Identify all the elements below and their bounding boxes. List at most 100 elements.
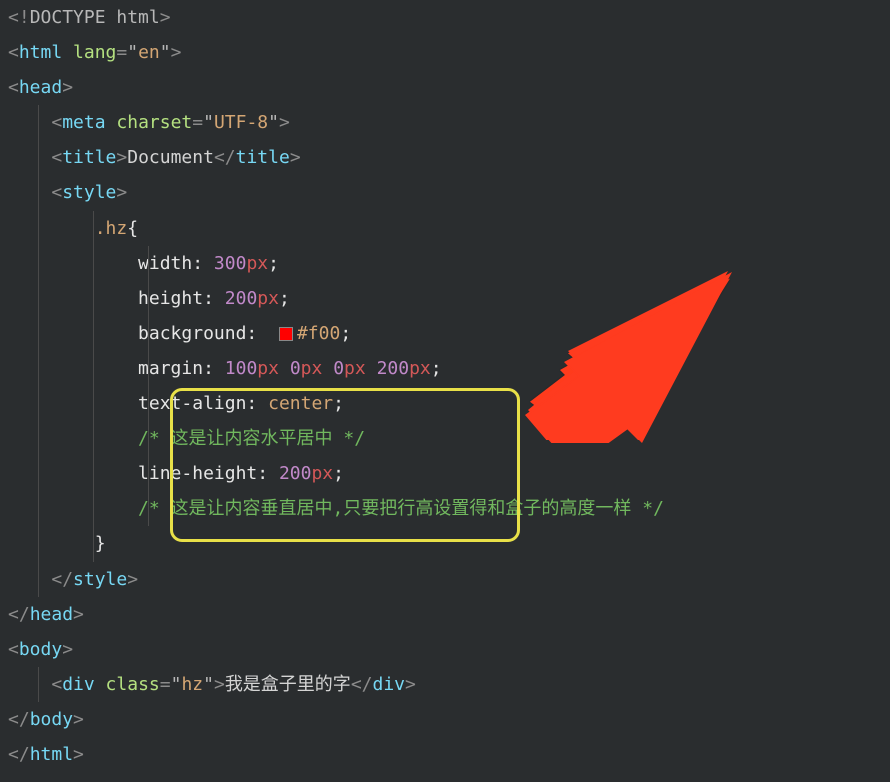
t: </	[351, 674, 373, 695]
t: </	[8, 744, 30, 765]
t: div	[62, 674, 95, 695]
t: >	[73, 604, 84, 625]
t: background	[138, 323, 246, 344]
t: :	[246, 393, 257, 414]
t: >	[73, 709, 84, 730]
code-line: text-align: center;	[8, 386, 882, 421]
t: Document	[127, 147, 214, 168]
t: body	[30, 709, 73, 730]
t: :	[192, 253, 203, 274]
t: <	[51, 147, 62, 168]
code-line: </body>	[8, 702, 882, 737]
t: 200	[225, 288, 258, 309]
t: ;	[279, 288, 290, 309]
t: >	[171, 42, 182, 63]
t: 200	[377, 358, 410, 379]
t: </	[8, 709, 30, 730]
t: <	[8, 42, 19, 63]
t: >	[62, 77, 73, 98]
t	[203, 253, 214, 274]
code-line: </html>	[8, 737, 882, 772]
t	[214, 358, 225, 379]
code-line: <head>	[8, 70, 882, 105]
t: div	[373, 674, 406, 695]
code-line: <div class="hz">我是盒子里的字</div>	[8, 667, 882, 702]
code-editor[interactable]: <!DOCTYPE html> <html lang="en"> <head> …	[0, 0, 890, 772]
t: <	[8, 77, 19, 98]
code-line: <title>Document</title>	[8, 140, 882, 175]
t: center	[268, 393, 333, 414]
t	[257, 393, 268, 414]
code-line: </style>	[8, 562, 882, 597]
t: ;	[340, 323, 351, 344]
t: 200	[279, 463, 312, 484]
code-line: }	[8, 526, 882, 561]
code-line: line-height: 200px;	[8, 456, 882, 491]
t: }	[95, 533, 106, 554]
t: style	[62, 182, 116, 203]
t: 0	[290, 358, 301, 379]
t: .hz	[95, 218, 128, 239]
t: "	[203, 112, 214, 133]
code-line: <style>	[8, 175, 882, 210]
t: "	[160, 42, 171, 63]
t	[322, 358, 333, 379]
t: ;	[333, 393, 344, 414]
t: ;	[268, 253, 279, 274]
t: DOCTYPE	[30, 7, 106, 28]
t: >	[214, 674, 225, 695]
t: head	[30, 604, 73, 625]
color-swatch-icon	[279, 327, 293, 341]
t: /* 这是让内容水平居中 */	[138, 428, 365, 449]
code-line: .hz{	[8, 211, 882, 246]
t: "	[171, 674, 182, 695]
t: hz	[181, 674, 203, 695]
t: 100	[225, 358, 258, 379]
t: "	[268, 112, 279, 133]
code-line: <!DOCTYPE html>	[8, 0, 882, 35]
t	[214, 288, 225, 309]
t: /* 这是让内容垂直居中,只要把行高设置得和盒子的高度一样 */	[138, 498, 664, 519]
t: {	[127, 218, 138, 239]
code-line: /* 这是让内容垂直居中,只要把行高设置得和盒子的高度一样 */	[8, 491, 882, 526]
t: 0	[333, 358, 344, 379]
t	[268, 463, 279, 484]
t: </	[51, 569, 73, 590]
code-line: margin: 100px 0px 0px 200px;	[8, 351, 882, 386]
t: >	[290, 147, 301, 168]
code-line: background: #f00;	[8, 316, 882, 351]
t: "	[203, 674, 214, 695]
t: class	[95, 674, 160, 695]
t: line-height	[138, 463, 257, 484]
t: html	[19, 42, 62, 63]
t: :	[203, 288, 214, 309]
t: :	[246, 323, 257, 344]
t: px	[409, 358, 431, 379]
t: html	[30, 744, 73, 765]
t: ;	[333, 463, 344, 484]
t: >	[405, 674, 416, 695]
t: title	[62, 147, 116, 168]
t: >	[73, 744, 84, 765]
t: width	[138, 253, 192, 274]
t: 300	[214, 253, 247, 274]
t: px	[344, 358, 366, 379]
t	[366, 358, 377, 379]
t: </	[8, 604, 30, 625]
t: <	[51, 112, 62, 133]
t: =	[160, 674, 171, 695]
t: =	[192, 112, 203, 133]
t: =	[116, 42, 127, 63]
t: <	[8, 639, 19, 660]
t: >	[62, 639, 73, 660]
t: style	[73, 569, 127, 590]
t: body	[19, 639, 62, 660]
t: head	[19, 77, 62, 98]
t: >	[116, 147, 127, 168]
code-line: <html lang="en">	[8, 35, 882, 70]
t: >	[160, 7, 171, 28]
code-line: <body>	[8, 632, 882, 667]
t: html	[106, 7, 160, 28]
code-line: </head>	[8, 597, 882, 632]
t: UTF-8	[214, 112, 268, 133]
